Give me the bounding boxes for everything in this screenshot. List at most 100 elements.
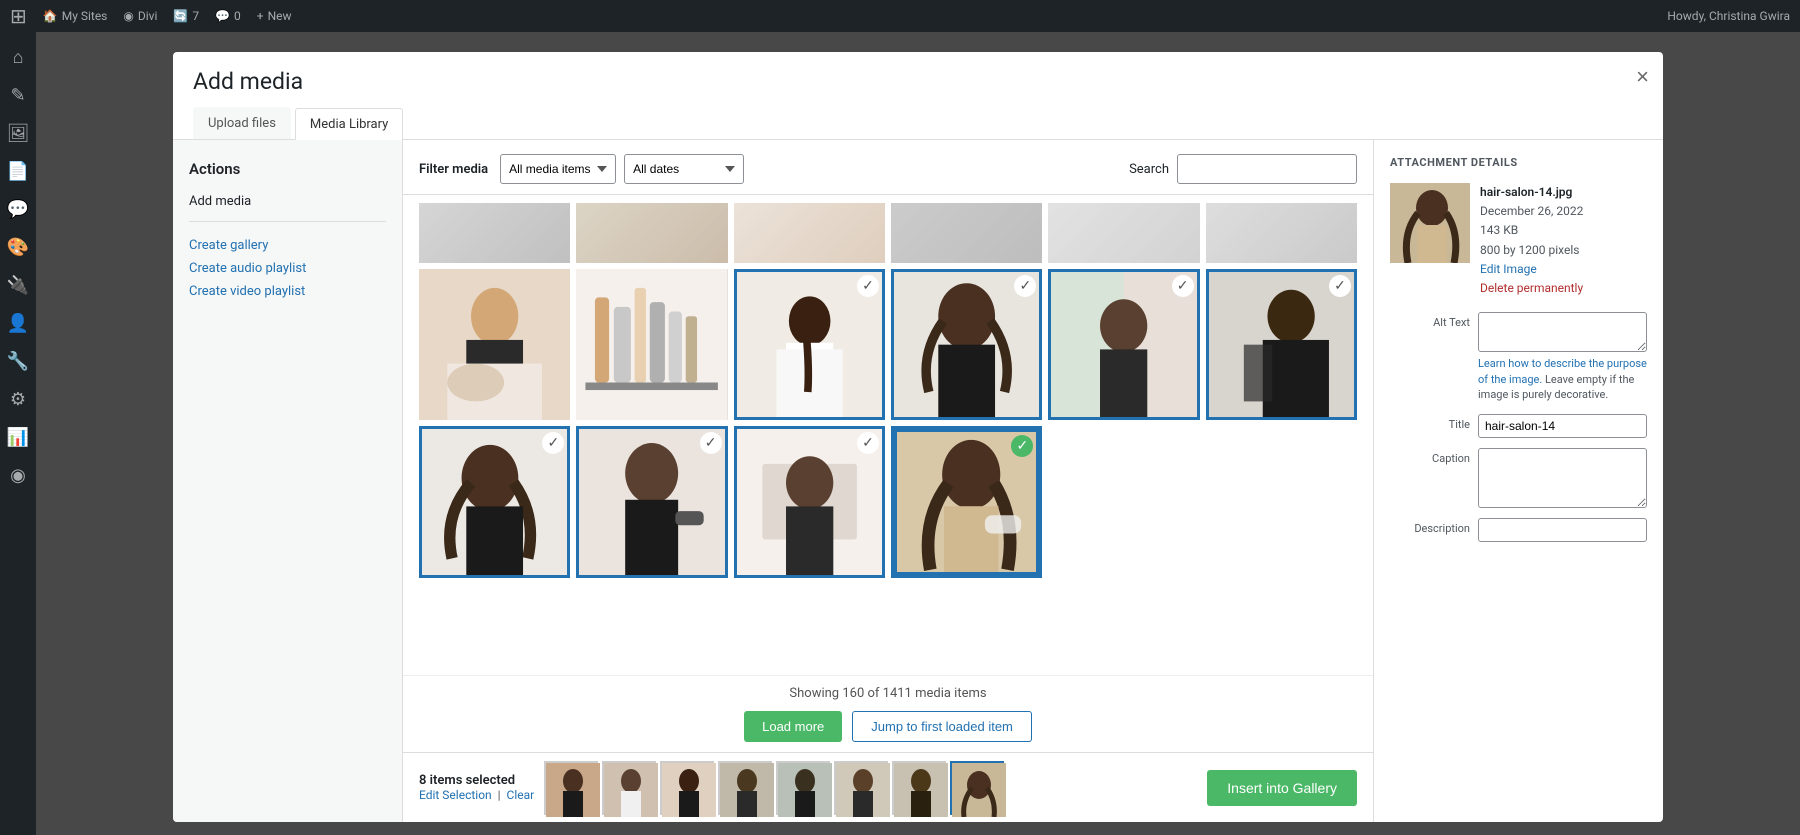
clear-selection-link[interactable]: Clear bbox=[507, 788, 535, 802]
selection-thumb-7[interactable] bbox=[892, 761, 946, 815]
admin-bar: ⊞ 🏠 My Sites ◉ Divi 🔄 7 💬 0 + New Howdy,… bbox=[0, 0, 1800, 32]
sidebar-plugins[interactable]: 🔌 bbox=[0, 268, 36, 302]
plus-icon: + bbox=[257, 9, 264, 23]
selection-thumbs bbox=[544, 761, 1004, 815]
alt-text-input[interactable] bbox=[1478, 312, 1647, 352]
attachment-thumb-row: hair-salon-14.jpg December 26, 2022 143 … bbox=[1390, 183, 1647, 298]
sidebar-tools[interactable]: 🔧 bbox=[0, 344, 36, 378]
comment-icon: 💬 bbox=[215, 9, 230, 23]
sidebar-divider bbox=[189, 221, 386, 222]
media-item[interactable] bbox=[891, 203, 1042, 263]
filter-media-label: Filter media bbox=[419, 162, 488, 177]
selection-thumb-2[interactable] bbox=[602, 761, 656, 815]
selection-bar: 8 items selected Edit Selection | Clear bbox=[403, 752, 1373, 822]
media-item[interactable] bbox=[734, 203, 885, 263]
alt-text-label: Alt Text bbox=[1390, 312, 1470, 329]
media-item[interactable]: ✓ bbox=[576, 426, 727, 577]
media-item[interactable]: ✓ bbox=[1048, 269, 1199, 420]
selection-thumb-6[interactable] bbox=[834, 761, 888, 815]
attachment-details-panel: ATTACHMENT DETAILS hair-salon-14.jpg bbox=[1373, 140, 1663, 822]
create-audio-playlist-link[interactable]: Create audio playlist bbox=[189, 257, 386, 280]
media-item[interactable] bbox=[576, 269, 727, 420]
selection-thumb-4[interactable] bbox=[718, 761, 772, 815]
check-badge: ✓ bbox=[857, 275, 879, 297]
attachment-dimensions: 800 by 1200 pixels bbox=[1480, 241, 1583, 260]
modal-overlay: Add media × Upload files Media Library A… bbox=[36, 32, 1800, 835]
sidebar-media[interactable]: 🖼 bbox=[0, 116, 36, 150]
modal-tabs: Upload files Media Library bbox=[193, 107, 1643, 139]
edit-image-link[interactable]: Edit Image bbox=[1480, 262, 1537, 276]
description-input[interactable] bbox=[1478, 518, 1647, 542]
selection-thumb-5[interactable] bbox=[776, 761, 830, 815]
jump-to-first-button[interactable]: Jump to first loaded item bbox=[852, 711, 1032, 742]
divi-icon: ◉ bbox=[123, 9, 133, 23]
sidebar-analytics[interactable]: 📊 bbox=[0, 420, 36, 454]
title-input[interactable] bbox=[1478, 414, 1647, 438]
search-input[interactable] bbox=[1177, 154, 1357, 184]
description-label: Description bbox=[1390, 518, 1470, 535]
refresh-icon: 🔄 bbox=[173, 9, 188, 23]
caption-label: Caption bbox=[1390, 448, 1470, 465]
add-media-modal: Add media × Upload files Media Library A… bbox=[173, 52, 1663, 822]
selection-thumb-3[interactable] bbox=[660, 761, 714, 815]
sidebar-divi[interactable]: ◉ bbox=[0, 458, 36, 492]
selection-links: Edit Selection | Clear bbox=[419, 788, 534, 802]
media-item[interactable] bbox=[419, 203, 570, 263]
media-item[interactable] bbox=[1206, 203, 1357, 263]
media-grid-container[interactable]: ✓ ✓ bbox=[403, 195, 1373, 675]
selection-thumb-8[interactable] bbox=[950, 761, 1004, 815]
create-gallery-link[interactable]: Create gallery bbox=[189, 234, 386, 257]
create-video-playlist-link[interactable]: Create video playlist bbox=[189, 280, 386, 303]
modal-sidebar: Actions Add media Create gallery Create … bbox=[173, 140, 403, 822]
media-item[interactable]: ✓ bbox=[891, 269, 1042, 420]
wp-logo[interactable]: ⊞ bbox=[10, 4, 27, 28]
divi-link[interactable]: ◉ Divi bbox=[123, 9, 157, 23]
new-link[interactable]: + New bbox=[257, 9, 292, 23]
media-item[interactable]: ✓ bbox=[419, 426, 570, 577]
attachment-filesize: 143 KB bbox=[1480, 221, 1583, 240]
media-item[interactable]: ✓ bbox=[734, 269, 885, 420]
check-badge-active: ✓ bbox=[1011, 435, 1033, 457]
caption-row: Caption bbox=[1390, 448, 1647, 508]
date-select[interactable]: All dates December 2022 November 2022 bbox=[624, 154, 744, 184]
media-item[interactable] bbox=[1048, 203, 1199, 263]
selection-thumb-1[interactable] bbox=[544, 761, 598, 815]
sidebar-dashboard[interactable]: ⌂ bbox=[0, 40, 36, 74]
media-footer: Showing 160 of 1411 media items Load mor… bbox=[403, 675, 1373, 752]
updates-link[interactable]: 🔄 7 bbox=[173, 9, 199, 23]
media-item[interactable]: ✓ bbox=[734, 426, 885, 577]
wp-sidebar: ⌂ ✎ 🖼 📄 💬 🎨 🔌 👤 🔧 ⚙ 📊 ◉ bbox=[0, 32, 36, 835]
modal-header: Add media × Upload files Media Library bbox=[173, 52, 1663, 140]
media-item[interactable] bbox=[419, 269, 570, 420]
sidebar-comments[interactable]: 💬 bbox=[0, 192, 36, 226]
media-item[interactable] bbox=[576, 203, 727, 263]
sidebar-users[interactable]: 👤 bbox=[0, 306, 36, 340]
media-actions: Load more Jump to first loaded item bbox=[419, 711, 1357, 742]
caption-input[interactable] bbox=[1478, 448, 1647, 508]
edit-selection-link[interactable]: Edit Selection bbox=[419, 788, 492, 802]
sidebar-settings[interactable]: ⚙ bbox=[0, 382, 36, 416]
search-label: Search bbox=[1129, 162, 1169, 177]
media-item-selected[interactable]: ✓ bbox=[891, 426, 1042, 577]
insert-into-gallery-button[interactable]: Insert into Gallery bbox=[1207, 770, 1357, 806]
description-row: Description bbox=[1390, 518, 1647, 542]
comments-link[interactable]: 💬 0 bbox=[215, 9, 241, 23]
media-grid-row-1: ✓ ✓ bbox=[419, 269, 1357, 420]
alt-text-row: Alt Text bbox=[1390, 312, 1647, 352]
sidebar-pages[interactable]: 📄 bbox=[0, 154, 36, 188]
my-sites-link[interactable]: 🏠 My Sites bbox=[43, 9, 108, 23]
load-more-button[interactable]: Load more bbox=[744, 711, 842, 742]
user-greeting[interactable]: Howdy, Christina Gwira bbox=[1667, 9, 1790, 23]
delete-permanently-link[interactable]: Delete permanently bbox=[1480, 281, 1583, 295]
media-count-text: Showing 160 of 1411 media items bbox=[419, 686, 1357, 701]
sidebar-appearance[interactable]: 🎨 bbox=[0, 230, 36, 264]
sidebar-posts[interactable]: ✎ bbox=[0, 78, 36, 112]
tab-upload-files[interactable]: Upload files bbox=[193, 107, 291, 139]
selection-count: 8 items selected bbox=[419, 773, 534, 788]
home-icon: 🏠 bbox=[43, 9, 58, 23]
media-item[interactable]: ✓ bbox=[1206, 269, 1357, 420]
tab-media-library[interactable]: Media Library bbox=[295, 108, 403, 140]
media-type-select[interactable]: All media items Images Audio Video bbox=[500, 154, 616, 184]
media-grid-row-2: ✓ ✓ bbox=[419, 426, 1357, 577]
close-button[interactable]: × bbox=[1636, 66, 1649, 88]
